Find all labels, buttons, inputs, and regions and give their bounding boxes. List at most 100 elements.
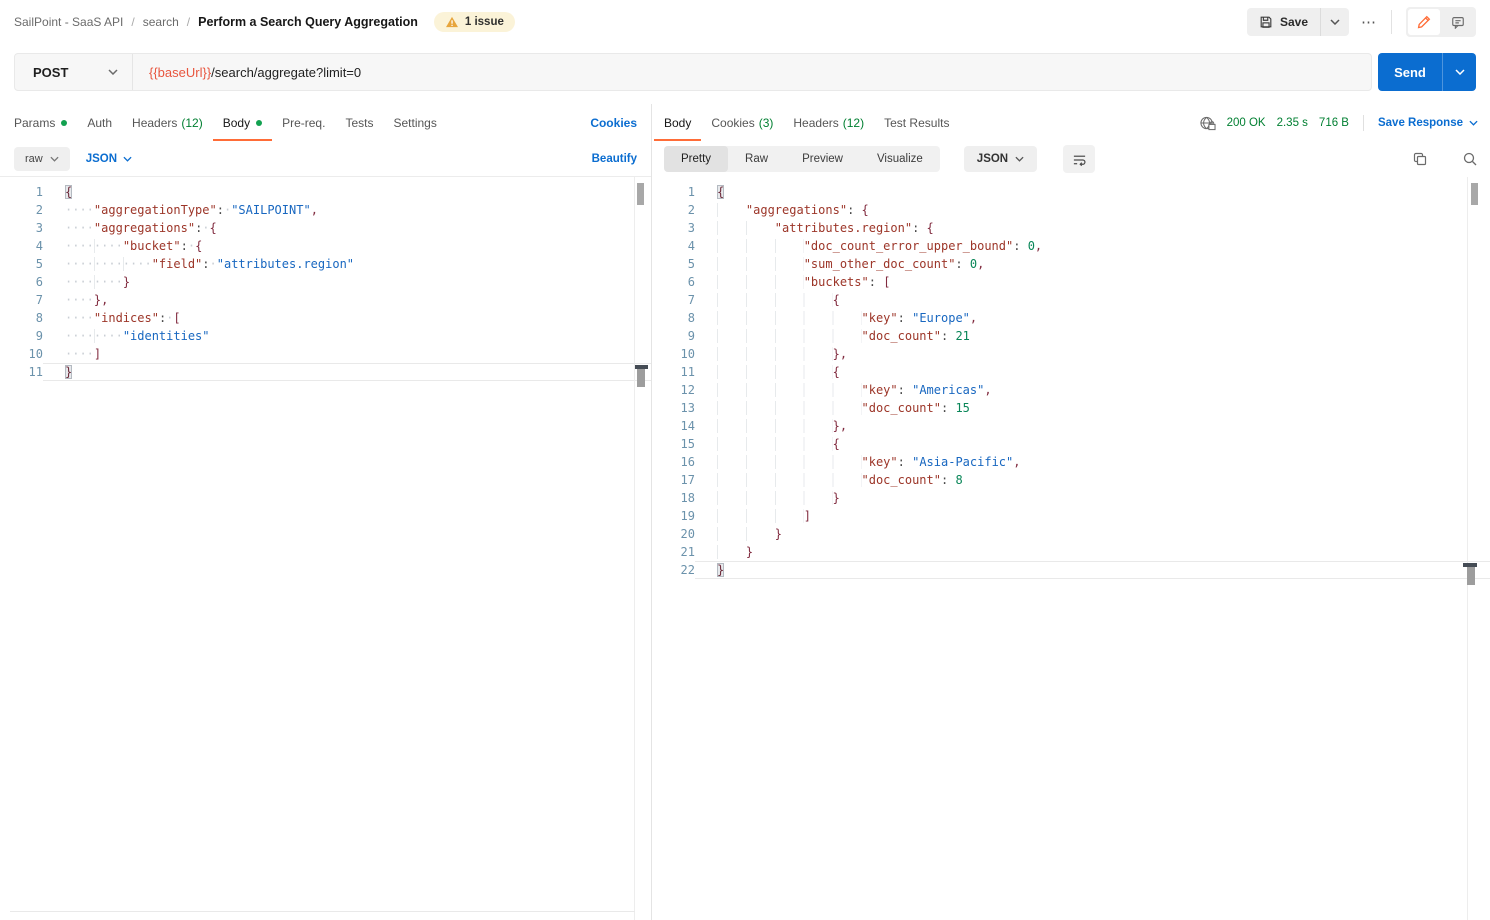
network-globe-lock-icon[interactable] xyxy=(1199,115,1216,131)
save-button[interactable]: Save xyxy=(1247,8,1320,36)
whitespace: · xyxy=(210,257,217,271)
view-preview-button[interactable]: Preview xyxy=(785,146,860,172)
response-tab-cookies[interactable]: Cookies(3) xyxy=(701,104,783,141)
code-line: 5 "sum_other_doc_count": 0, xyxy=(652,255,1490,273)
response-time[interactable]: 2.35 s xyxy=(1277,117,1308,129)
scrollbar-thumb[interactable] xyxy=(1471,183,1478,205)
json-string: "attributes.region" xyxy=(217,257,354,271)
indent-guide xyxy=(717,293,833,307)
chevron-down-icon xyxy=(50,156,59,162)
line-number: 12 xyxy=(652,381,695,399)
indent-guide xyxy=(717,329,862,343)
send-options-button[interactable] xyxy=(1442,53,1476,91)
line-content: ········"bucket":·{ xyxy=(43,237,651,255)
code-line: 14 }, xyxy=(652,417,1490,435)
status-code[interactable]: 200 OK xyxy=(1227,117,1266,129)
issue-badge[interactable]: 1 issue xyxy=(434,12,515,32)
indent-guide xyxy=(717,221,775,235)
response-size[interactable]: 716 B xyxy=(1319,117,1349,129)
line-number: 18 xyxy=(652,489,695,507)
line-number: 7 xyxy=(652,291,695,309)
json-punctuation: : xyxy=(898,311,905,325)
line-content: "sum_other_doc_count": 0, xyxy=(695,255,1490,273)
chevron-down-icon xyxy=(1015,156,1024,162)
method-selector[interactable]: POST xyxy=(15,54,132,90)
tab-label: Headers xyxy=(132,116,177,130)
breadcrumb-folder[interactable]: search xyxy=(143,15,179,29)
code-line: 17 "doc_count": 8 xyxy=(652,471,1490,489)
api-client-window: SailPoint - SaaS API / search / Perform … xyxy=(0,0,1490,920)
tab-tests[interactable]: Tests xyxy=(335,104,383,141)
response-tab-body[interactable]: Body xyxy=(654,104,701,141)
indent-guide xyxy=(717,275,804,289)
tab-headers[interactable]: Headers(12) xyxy=(122,104,213,141)
whitespace: ···· xyxy=(65,239,94,253)
tab-label: Params xyxy=(14,116,55,130)
response-tab-headers[interactable]: Headers(12) xyxy=(783,104,874,141)
breadcrumb-separator: / xyxy=(187,15,190,29)
line-number: 3 xyxy=(652,219,695,237)
response-body-editor[interactable]: 1{2 "aggregations": {3 "attributes.regio… xyxy=(652,177,1490,920)
edit-mode-button[interactable] xyxy=(1408,9,1440,35)
save-response-button[interactable]: Save Response xyxy=(1378,117,1478,129)
view-visualize-button[interactable]: Visualize xyxy=(860,146,940,172)
code-line: 5············"field":·"attributes.region… xyxy=(0,255,651,273)
json-punctuation: : xyxy=(955,257,962,271)
view-raw-button[interactable]: Raw xyxy=(728,146,785,172)
scrollbar-thumb[interactable] xyxy=(637,183,644,205)
comments-button[interactable] xyxy=(1442,9,1474,35)
line-number: 16 xyxy=(652,453,695,471)
chevron-down-icon xyxy=(1455,69,1465,75)
request-tabrow: Params AuthHeaders(12)BodyPre-req.TestsSe… xyxy=(0,104,651,141)
body-language-selector[interactable]: JSON xyxy=(86,153,132,165)
cookies-link[interactable]: Cookies xyxy=(590,116,637,130)
beautify-link[interactable]: Beautify xyxy=(592,153,637,165)
tab-label: Test Results xyxy=(884,116,949,130)
breadcrumb-collection[interactable]: SailPoint - SaaS API xyxy=(14,15,123,29)
tab-body[interactable]: Body xyxy=(213,104,272,141)
url-input[interactable]: {{baseUrl}}/search/aggregate?limit=0 xyxy=(133,65,361,80)
json-punctuation: : xyxy=(217,203,224,217)
whitespace xyxy=(905,311,912,325)
wrap-lines-button[interactable] xyxy=(1063,145,1095,173)
line-number: 11 xyxy=(652,363,695,381)
response-tab-test-results[interactable]: Test Results xyxy=(874,104,959,141)
line-number: 8 xyxy=(0,309,43,327)
search-response-button[interactable] xyxy=(1462,151,1478,167)
more-options-button[interactable]: ⋯ xyxy=(1361,13,1377,31)
indent-guide xyxy=(717,347,833,361)
line-content: "doc_count": 8 xyxy=(695,471,1490,489)
view-pretty-button[interactable]: Pretty xyxy=(664,146,728,172)
meta-divider xyxy=(1363,115,1364,131)
copy-icon xyxy=(1412,151,1428,167)
copy-response-button[interactable] xyxy=(1412,151,1428,167)
code-line: 3 "attributes.region": { xyxy=(652,219,1490,237)
line-content: { xyxy=(43,183,651,201)
line-number: 9 xyxy=(0,327,43,345)
save-options-button[interactable] xyxy=(1320,8,1349,36)
code-line: 18 } xyxy=(652,489,1490,507)
modified-dot xyxy=(256,120,262,126)
response-language-selector[interactable]: JSON xyxy=(964,146,1037,172)
request-url-row: POST {{baseUrl}}/search/aggregate?limit=… xyxy=(0,44,1490,104)
tab-settings[interactable]: Settings xyxy=(383,104,446,141)
send-button-group: Send xyxy=(1378,53,1476,91)
body-mode-selector[interactable]: raw xyxy=(14,147,70,171)
tab-auth[interactable]: Auth xyxy=(77,104,122,141)
code-line: 2 "aggregations": { xyxy=(652,201,1490,219)
warning-icon xyxy=(445,16,459,28)
line-number: 10 xyxy=(652,345,695,363)
line-number: 13 xyxy=(652,399,695,417)
json-key: "doc_count" xyxy=(862,473,941,487)
scrollbar-track xyxy=(634,177,635,920)
line-content: } xyxy=(43,363,651,381)
save-button-label: Save xyxy=(1280,15,1308,29)
tab-pre-req[interactable]: Pre-req. xyxy=(272,104,335,141)
tab-params[interactable]: Params xyxy=(4,104,77,141)
overview-cursor-bar xyxy=(1467,567,1475,585)
line-number: 1 xyxy=(652,183,695,201)
json-key: "key" xyxy=(862,383,898,397)
send-button[interactable]: Send xyxy=(1378,53,1442,91)
line-content: "attributes.region": { xyxy=(695,219,1490,237)
request-body-editor[interactable]: 1{2····"aggregationType":·"SAILPOINT",3·… xyxy=(0,177,651,920)
